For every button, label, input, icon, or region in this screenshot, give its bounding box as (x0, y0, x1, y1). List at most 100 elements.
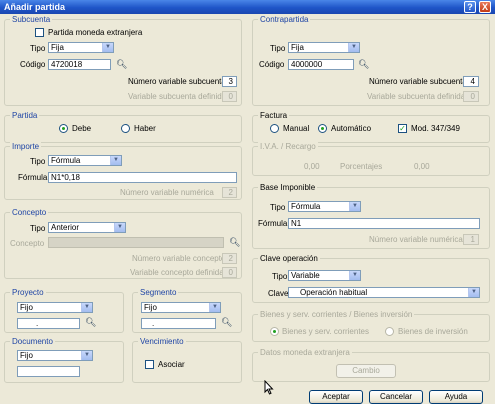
concepto-input (48, 237, 224, 248)
documento-input[interactable] (17, 366, 80, 377)
vencimiento-legend: Vencimiento (138, 337, 186, 346)
bienes-inversion-radio (385, 327, 394, 336)
bienes-corrientes-label: Bienes y serv. corrientes (282, 327, 369, 336)
contrapartida-num-var-input[interactable]: 4 (463, 76, 479, 87)
chevron-down-icon: ▼ (81, 351, 92, 360)
chevron-down-icon: ▼ (102, 43, 113, 52)
chevron-down-icon: ▼ (468, 288, 479, 297)
segmento-tipo-select[interactable]: Fijo ▼ (141, 302, 221, 313)
mod-347-label: Mod. 347/349 (411, 124, 460, 133)
segmento-value: . (152, 319, 155, 328)
importe-tipo-value: Fórmula (51, 156, 81, 165)
moneda-extranjera-checkbox[interactable] (35, 28, 44, 37)
chevron-down-icon: ▼ (114, 223, 125, 232)
haber-label: Haber (134, 124, 156, 133)
automatico-radio[interactable] (318, 124, 327, 133)
concepto-tipo-label: Tipo (30, 224, 46, 233)
concepto-num-var-label: Número variable concepto (132, 254, 226, 263)
concepto-var-def-label: Variable concepto definida (130, 268, 224, 277)
concepto-tipo-select[interactable]: Anterior ▼ (48, 222, 126, 233)
clave-tipo-select[interactable]: Variable ▼ (288, 270, 361, 281)
search-icon[interactable]: 🔍︎ (229, 237, 240, 247)
base-num-var-input: 1 (463, 234, 479, 245)
importe-tipo-label: Tipo (30, 157, 46, 166)
search-icon[interactable]: 🔍︎ (85, 317, 96, 327)
title-bar: Añadir partida (0, 0, 495, 14)
ayuda-button[interactable]: Ayuda (429, 390, 483, 404)
mod-347-checkbox[interactable]: ✓ (398, 124, 407, 133)
base-num-var-label: Número variable numérica (369, 235, 463, 244)
clave-tipo-value: Variable (291, 271, 320, 280)
contrapartida-codigo-input[interactable]: 4000000 (288, 59, 354, 70)
iva-value-1: 0,00 (304, 162, 320, 171)
contrapartida-tipo-select[interactable]: Fija ▼ (288, 42, 360, 53)
factura-legend: Factura (258, 111, 290, 120)
subcuenta-tipo-select[interactable]: Fija ▼ (48, 42, 114, 53)
subcuenta-codigo-input[interactable]: 4720018 (48, 59, 111, 70)
importe-formula-input[interactable]: N1*0,18 (48, 172, 237, 183)
base-tipo-select[interactable]: Fórmula ▼ (288, 201, 361, 212)
clave-value: Operación habitual (300, 288, 368, 297)
automatico-label: Automático (331, 124, 372, 133)
bienes-inversion-label: Bienes de inversión (398, 327, 468, 336)
chevron-down-icon: ▼ (349, 271, 360, 280)
subcuenta-num-var-input[interactable]: 3 (222, 76, 237, 87)
search-icon[interactable]: 🔍︎ (116, 59, 127, 69)
subcuenta-legend: Subcuenta (10, 15, 53, 24)
documento-tipo-select[interactable]: Fijo ▼ (17, 350, 93, 361)
manual-radio[interactable] (270, 124, 279, 133)
haber-radio[interactable] (121, 124, 130, 133)
moneda-extranjera-label: Partida moneda extranjera (48, 28, 143, 37)
subcuenta-tipo-value: Fija (51, 43, 64, 52)
partida-legend: Partida (10, 111, 40, 120)
search-icon[interactable]: 🔍︎ (358, 59, 369, 69)
proyecto-tipo-select[interactable]: Fijo ▼ (17, 302, 93, 313)
close-icon[interactable]: X (479, 1, 491, 13)
cancelar-button[interactable]: Cancelar (369, 390, 423, 404)
contrapartida-codigo-label: Código (259, 60, 285, 69)
subcuenta-tipo-label: Tipo (30, 44, 46, 53)
subcuenta-var-def-input: 0 (222, 91, 237, 102)
subcuenta-var-def-label: Variable subcuenta definida (128, 92, 227, 101)
porcentajes-label: Porcentajes (340, 162, 383, 171)
chevron-down-icon: ▼ (110, 156, 121, 165)
contrapartida-tipo-value: Fija (291, 43, 304, 52)
segmento-input[interactable]: . (141, 318, 216, 329)
importe-tipo-select[interactable]: Fórmula ▼ (48, 155, 122, 166)
help-icon[interactable]: ? (464, 1, 476, 13)
concepto-var-def-input: 0 (222, 267, 237, 278)
subcuenta-num-var-label: Número variable subcuenta (128, 77, 226, 86)
importe-num-var-input: 2 (222, 187, 237, 198)
documento-tipo-value: Fijo (20, 351, 33, 360)
importe-num-var-label: Número variable numérica (120, 188, 214, 197)
importe-legend: Importe (10, 142, 42, 151)
base-imponible-legend: Base Imponible (258, 183, 318, 192)
proyecto-legend: Proyecto (10, 288, 46, 297)
search-icon[interactable]: 🔍︎ (221, 317, 232, 327)
segmento-tipo-value: Fijo (144, 303, 157, 312)
debe-label: Debe (72, 124, 92, 133)
clave-select[interactable]: Operación habitual ▼ (288, 287, 480, 298)
concepto-num-var-input: 2 (222, 253, 237, 264)
base-formula-input[interactable]: N1 (288, 218, 480, 229)
base-tipo-label: Tipo (270, 203, 286, 212)
proyecto-input[interactable]: . (17, 318, 80, 329)
importe-formula-label: Fórmula (18, 173, 48, 182)
window-title: Añadir partida (4, 2, 66, 12)
proyecto-value: . (36, 319, 39, 328)
asociar-checkbox[interactable] (145, 360, 154, 369)
clave-operacion-legend: Clave operación (258, 254, 320, 263)
chevron-down-icon: ▼ (209, 303, 220, 312)
concepto-label: Concepto (10, 239, 45, 248)
concepto-legend: Concepto (10, 208, 49, 217)
base-formula-label: Fórmula (258, 219, 288, 228)
aceptar-button[interactable]: Aceptar (309, 390, 363, 404)
asociar-label: Asociar (158, 360, 185, 369)
debe-radio[interactable] (59, 124, 68, 133)
clave-label: Clave (268, 289, 289, 298)
iva-legend: I.V.A. / Recargo (258, 142, 318, 151)
documento-legend: Documento (10, 337, 55, 346)
cambio-button: Cambio (336, 364, 396, 378)
contrapartida-legend: Contrapartida (258, 15, 311, 24)
subcuenta-codigo-label: Código (20, 60, 46, 69)
